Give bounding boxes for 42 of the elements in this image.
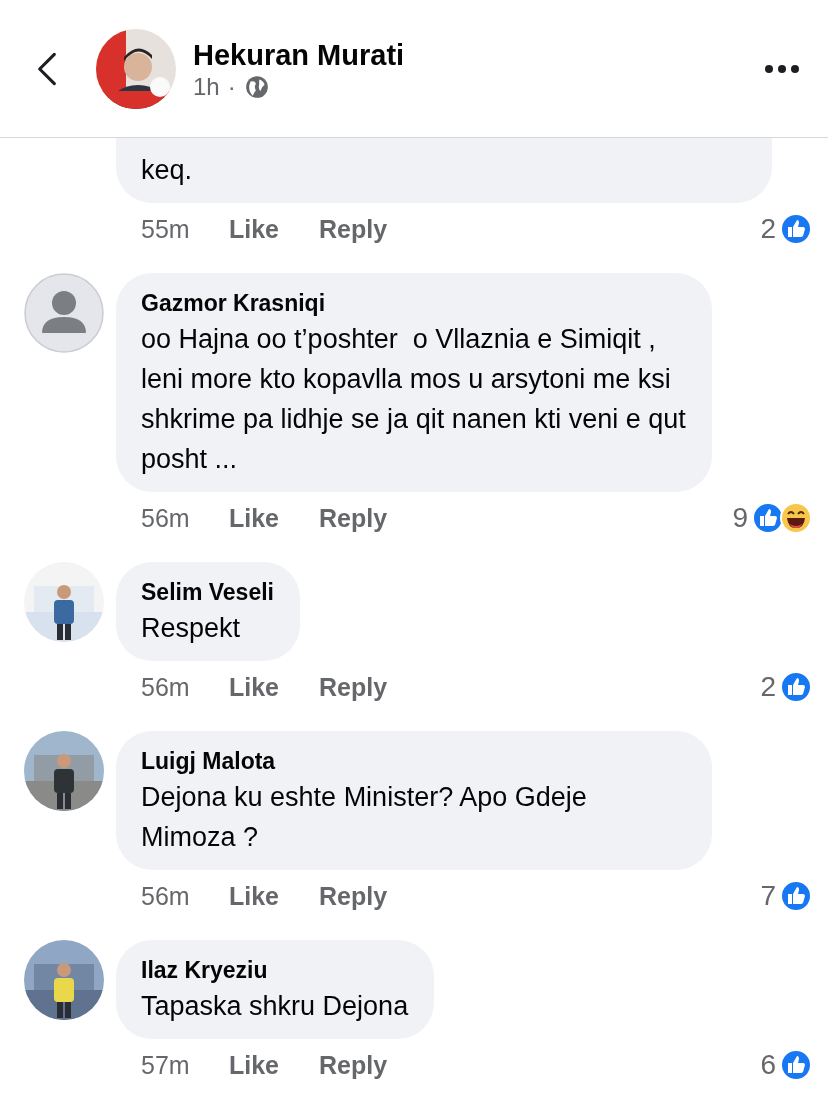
comment-time: 56m bbox=[141, 881, 191, 911]
like-link[interactable]: Like bbox=[229, 214, 280, 244]
like-icon bbox=[780, 671, 812, 703]
reply-link[interactable]: Reply bbox=[319, 1050, 388, 1080]
reply-link[interactable]: Reply bbox=[319, 672, 388, 702]
avatar-icon[interactable] bbox=[24, 273, 104, 353]
comment-text: keq. bbox=[141, 154, 194, 187]
reaction-count: 7 bbox=[760, 880, 776, 912]
comment-text: Respekt bbox=[141, 612, 242, 645]
reaction-count: 6 bbox=[760, 1049, 776, 1081]
reaction-count: 2 bbox=[760, 213, 776, 245]
commenter-name[interactable]: Selim Veseli bbox=[141, 576, 274, 608]
like-icon bbox=[780, 880, 812, 912]
comment-time: 57m bbox=[141, 1050, 191, 1080]
like-link[interactable]: Like bbox=[229, 503, 280, 533]
comment-text: Tapaska shkru Dejona bbox=[141, 990, 409, 1023]
separator-dot: · bbox=[227, 72, 236, 101]
comment-time: 55m bbox=[141, 214, 191, 244]
commenter-name[interactable]: Luigj Malota bbox=[141, 745, 686, 777]
globe-icon bbox=[243, 73, 270, 100]
comment-text: Dejona ku eshte Minister? Apo Gdeje Mimoza ? bbox=[141, 781, 588, 854]
like-icon bbox=[752, 502, 784, 534]
reply-link[interactable]: Reply bbox=[319, 881, 388, 911]
author-name[interactable]: Hekuran Murati bbox=[193, 36, 764, 73]
reply-link[interactable]: Reply bbox=[319, 503, 388, 533]
commenter-name[interactable]: Ilaz Kryeziu bbox=[141, 954, 409, 986]
like-icon bbox=[780, 1049, 812, 1081]
comment-text: oo Hajna oo t’poshter o Vllaznia e Simiqit , leni more kto kopavlla mos u arsytoni me ksi shkrime pa lidhje se ja qit nanen kti veni e qut posht ... bbox=[141, 323, 686, 476]
reply-link[interactable]: Reply bbox=[319, 214, 388, 244]
reaction-count: 9 bbox=[732, 502, 748, 534]
like-link[interactable]: Like bbox=[229, 672, 280, 702]
comment-time: 56m bbox=[141, 672, 191, 702]
laughing-emoji-icon bbox=[780, 502, 812, 534]
comment-time: 56m bbox=[141, 503, 191, 533]
reaction-count: 2 bbox=[760, 671, 776, 703]
more-icon[interactable] bbox=[764, 63, 800, 74]
like-link[interactable]: Like bbox=[229, 1050, 280, 1080]
post-time: 1h bbox=[193, 72, 220, 101]
like-link[interactable]: Like bbox=[229, 881, 280, 911]
back-icon[interactable] bbox=[36, 50, 58, 87]
like-icon bbox=[780, 213, 812, 245]
commenter-name[interactable]: Gazmor Krasniqi bbox=[141, 287, 686, 319]
